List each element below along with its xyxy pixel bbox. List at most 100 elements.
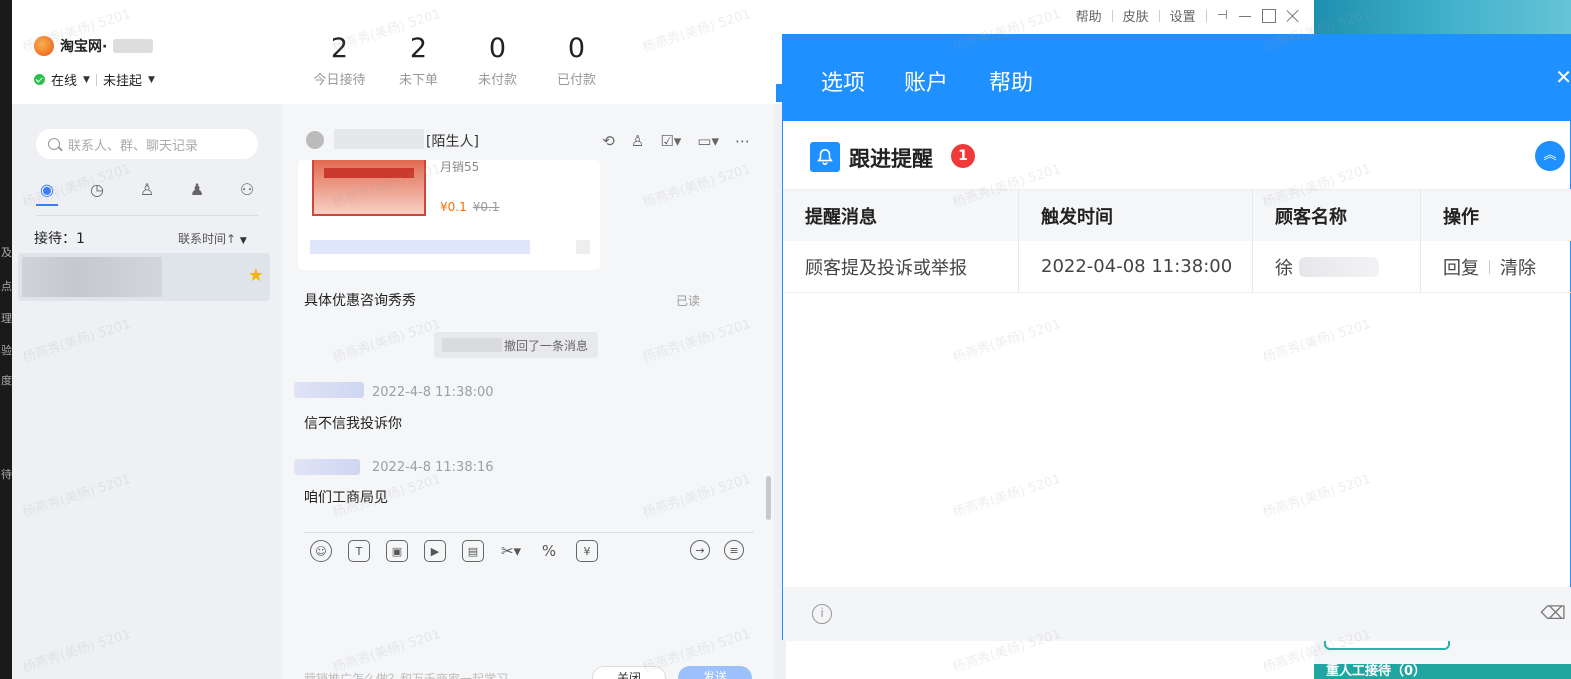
menu-account[interactable]: 账户: [904, 65, 948, 97]
chevron-down-icon[interactable]: ▼: [148, 75, 155, 85]
file-icon[interactable]: ▤: [462, 540, 484, 562]
skin-link[interactable]: 皮肤: [1123, 6, 1149, 25]
help-link[interactable]: 帮助: [1076, 6, 1102, 25]
menu-help[interactable]: 帮助: [989, 65, 1033, 97]
minimize-icon[interactable]: [1238, 9, 1252, 23]
customer-name-text: 徐: [1275, 257, 1293, 279]
settings-link[interactable]: 设置: [1170, 6, 1196, 25]
column-header: 顾客名称: [1253, 190, 1421, 241]
count-badge: 1: [951, 144, 975, 168]
menu-options[interactable]: 选项: [821, 65, 865, 97]
contact-item[interactable]: ★: [18, 253, 270, 301]
chat-bubble-icon[interactable]: ◉: [36, 178, 58, 200]
scissors-icon[interactable]: ✂▾: [500, 540, 522, 562]
read-status: 已读: [676, 294, 701, 308]
background-window-edge: 及 点 理 验 度 待: [0, 0, 12, 679]
sort-selector[interactable]: 联系时间↑ ▼: [178, 230, 247, 247]
video-icon[interactable]: ▭▾: [697, 132, 719, 150]
shop-avatar-icon: [34, 36, 54, 56]
divider: [36, 215, 258, 216]
dialog-footer: i ⌫: [783, 587, 1571, 641]
task-icon[interactable]: ☑▾: [660, 132, 681, 150]
chat-scrollbar[interactable]: [766, 476, 771, 520]
chevron-down-icon[interactable]: ▼: [83, 75, 90, 85]
add-person-icon[interactable]: ♙: [631, 132, 644, 150]
stats-panel: 2 今日接待 2 未下单 0 未付款 0 已付款: [300, 32, 616, 88]
close-button[interactable]: 关闭: [592, 666, 666, 679]
receiving-count: 接待：1: [34, 231, 85, 247]
person-icon[interactable]: ♙: [136, 178, 158, 200]
stat-paid[interactable]: 0 已付款: [537, 32, 616, 88]
divider: [1158, 9, 1160, 22]
divider: [1111, 9, 1113, 22]
message-text[interactable]: 信不信我投诉你: [304, 413, 402, 433]
close-icon[interactable]: [1286, 9, 1300, 23]
reminder-message: 顾客提及投诉或举报: [783, 241, 1019, 292]
product-card[interactable]: 月销55 ¥0.1 ¥0.1: [298, 160, 600, 270]
emoji-icon[interactable]: ☺: [310, 540, 332, 562]
pin-icon[interactable]: ⊣: [1217, 8, 1228, 23]
dialog-title: 跟进提醒: [849, 147, 933, 171]
search-input[interactable]: 联系人、群、聊天记录: [36, 129, 258, 159]
follow-up-reminder-dialog: 选项 账户 帮助 ✕ 跟进提醒 1 ︽ 提醒消息 触发时间 顾客名称 操作 顾客…: [782, 34, 1571, 641]
search-placeholder: 联系人、群、聊天记录: [68, 138, 199, 154]
reply-button[interactable]: 回复: [1443, 254, 1479, 280]
blurred-text: [576, 240, 590, 254]
discount-icon[interactable]: %: [538, 540, 560, 562]
chat-toolbar: ⟲ ♙ ☑▾ ▭▾ ⋯: [602, 132, 750, 150]
divider: [304, 532, 754, 533]
send-button[interactable]: 发送: [678, 666, 752, 679]
message-timestamp: 2022-4-8 11:38:00: [372, 385, 494, 400]
online-status[interactable]: 在线: [51, 70, 77, 89]
status-row: 在线 ▼ 未挂起 ▼: [34, 70, 155, 89]
trigger-time: 2022-04-08 11:38:00: [1019, 241, 1253, 292]
online-icon: [34, 74, 45, 85]
robot-avatar-icon: [306, 131, 324, 149]
stat-label: 未付款: [477, 73, 517, 88]
input-toolbar: ☺ T ▣ ▶ ▤ ✂▾ % ¥: [310, 540, 598, 562]
stat-label: 未下单: [398, 73, 438, 88]
stat-today-received[interactable]: 2 今日接待: [300, 32, 379, 88]
price-original: ¥0.1: [472, 200, 500, 214]
more-icon[interactable]: ⋯: [735, 132, 750, 150]
group-icon[interactable]: ♟: [186, 178, 208, 200]
shop-account[interactable]: 淘宝网·: [34, 36, 154, 56]
org-tree-icon[interactable]: ⚇: [236, 178, 258, 200]
coupon-icon[interactable]: ¥: [576, 540, 598, 562]
search-icon: [48, 138, 60, 150]
eraser-icon[interactable]: ⌫: [1541, 603, 1566, 624]
contact-sidebar: 联系人、群、聊天记录 ◉ ◷ ♙ ♟ ⚇ 接待：1 联系时间↑ ▼ ★: [12, 104, 282, 679]
message-text[interactable]: 咱们工商局见: [304, 487, 388, 507]
close-icon[interactable]: ✕: [1555, 65, 1571, 89]
chat-title: [陌生人]: [426, 134, 479, 150]
customer-name: 徐: [1253, 241, 1421, 292]
footer-label: 重人工接待（0）: [1326, 664, 1427, 679]
clock-icon[interactable]: ◷: [86, 178, 108, 200]
maximize-icon[interactable]: [1262, 8, 1276, 23]
contact-blurred: [22, 257, 162, 297]
clear-button[interactable]: 清除: [1500, 254, 1536, 280]
info-icon[interactable]: i: [812, 604, 832, 624]
edge-char: 验: [1, 344, 12, 357]
stat-label: 已付款: [556, 73, 596, 88]
row-actions: 回复 清除: [1421, 241, 1571, 292]
smart-reply-icon[interactable]: ⟲: [602, 132, 615, 150]
dialog-menu-bar: 选项 账户 帮助 ✕: [783, 35, 1571, 121]
video-file-icon[interactable]: ▶: [424, 540, 446, 562]
star-icon[interactable]: ★: [248, 265, 264, 286]
table-header: 提醒消息 触发时间 顾客名称 操作: [783, 189, 1571, 241]
collapse-up-icon[interactable]: ︽: [1535, 141, 1565, 171]
background-window-footer: 重人工接待（0）: [1314, 664, 1571, 679]
sender-name-blurred: [294, 459, 360, 475]
quick-phrase-icon[interactable]: ≡: [724, 540, 744, 560]
stat-unpaid[interactable]: 0 未付款: [458, 32, 537, 88]
reminder-table: 提醒消息 触发时间 顾客名称 操作 顾客提及投诉或举报 2022-04-08 1…: [783, 189, 1571, 293]
text-format-icon[interactable]: T: [348, 540, 370, 562]
stat-not-ordered[interactable]: 2 未下单: [379, 32, 458, 88]
image-icon[interactable]: ▣: [386, 540, 408, 562]
column-header: 操作: [1443, 206, 1479, 228]
transfer-icon[interactable]: →: [690, 540, 710, 560]
hang-status[interactable]: 未挂起: [103, 70, 142, 89]
edge-char: 待: [1, 468, 12, 481]
edge-char: 理: [1, 312, 12, 325]
